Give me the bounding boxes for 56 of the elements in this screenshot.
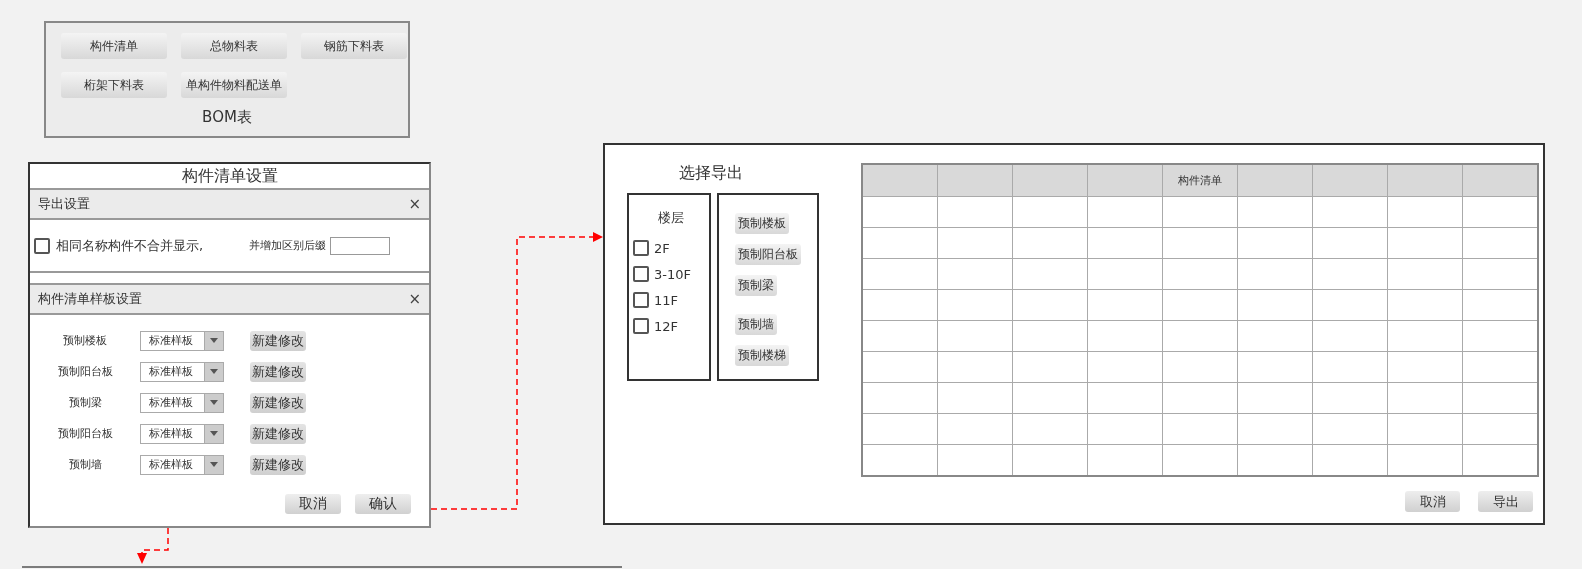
section-title: 构件清单样板设置: [38, 289, 142, 308]
edit-button[interactable]: 新建修改: [250, 392, 306, 413]
dialog-button[interactable]: 取消: [1405, 491, 1460, 512]
checkbox[interactable]: [633, 318, 649, 334]
dialog-title: 构件清单设置: [180, 165, 279, 187]
dialog-button[interactable]: 导出: [1478, 491, 1533, 512]
row-label: 预制墙: [68, 457, 102, 472]
checkbox-label: 3-10F: [654, 266, 691, 282]
dropdown-arrow-icon: [210, 400, 218, 405]
close-icon[interactable]: ×: [408, 289, 421, 308]
connector-arrow: [137, 527, 169, 564]
type-button[interactable]: 预制楼梯: [735, 345, 789, 366]
template-dropdown[interactable]: 标准样板: [140, 454, 224, 475]
checkbox[interactable]: [633, 266, 649, 282]
type-button[interactable]: 预制梁: [735, 275, 777, 296]
checkbox-label: 2F: [654, 240, 670, 256]
type-button[interactable]: 预制阳台板: [735, 244, 801, 265]
panel-title: BOM表: [202, 108, 252, 127]
field-label: 并增加区别后缀: [249, 238, 327, 254]
checkbox-label: 11F: [654, 292, 679, 308]
dropdown-arrow-icon: [210, 431, 218, 436]
dialog-button[interactable]: 确认: [355, 494, 411, 514]
dialog-title: 选择导出: [679, 163, 744, 184]
dropdown-arrow-icon: [210, 462, 218, 467]
edit-button[interactable]: 新建修改: [250, 361, 306, 382]
bom-button[interactable]: 构件清单: [61, 33, 167, 59]
panel-title: 楼层: [658, 209, 684, 227]
checkbox[interactable]: [633, 292, 649, 308]
template-dropdown[interactable]: 标准样板: [140, 361, 224, 382]
edit-button[interactable]: 新建修改: [250, 423, 306, 444]
close-icon[interactable]: ×: [408, 195, 421, 214]
bom-button[interactable]: 总物料表: [181, 33, 287, 59]
type-button[interactable]: 预制墙: [735, 314, 777, 335]
table-title: 构件清单: [1177, 173, 1223, 188]
bom-button[interactable]: 钢筋下料表: [301, 33, 407, 59]
section-title: 导出设置: [38, 195, 90, 214]
row-label: 预制楼板: [63, 333, 107, 348]
template-dropdown[interactable]: 标准样板: [140, 423, 224, 444]
dropdown-arrow-icon: [210, 338, 218, 343]
input-field[interactable]: [330, 236, 391, 255]
row-label: 预制梁: [68, 395, 102, 410]
checkbox[interactable]: [34, 237, 50, 254]
checkbox-label: 相同名称构件不合并显示,: [56, 236, 204, 255]
checkbox[interactable]: [633, 240, 649, 256]
checkbox-label: 12F: [654, 318, 679, 334]
dialog-button[interactable]: 取消: [285, 494, 341, 514]
edit-button[interactable]: 新建修改: [250, 454, 306, 475]
dropdown-arrow-icon: [210, 369, 218, 374]
template-dropdown[interactable]: 标准样板: [140, 330, 224, 351]
row-label: 预制阳台板: [57, 364, 113, 379]
bom-button[interactable]: 单构件物料配送单: [181, 72, 287, 98]
type-button[interactable]: 预制楼板: [735, 213, 789, 234]
row-label: 预制阳台板: [57, 426, 113, 441]
bom-button[interactable]: 桁架下料表: [61, 72, 167, 98]
edit-button[interactable]: 新建修改: [250, 330, 306, 351]
template-dropdown[interactable]: 标准样板: [140, 392, 224, 413]
